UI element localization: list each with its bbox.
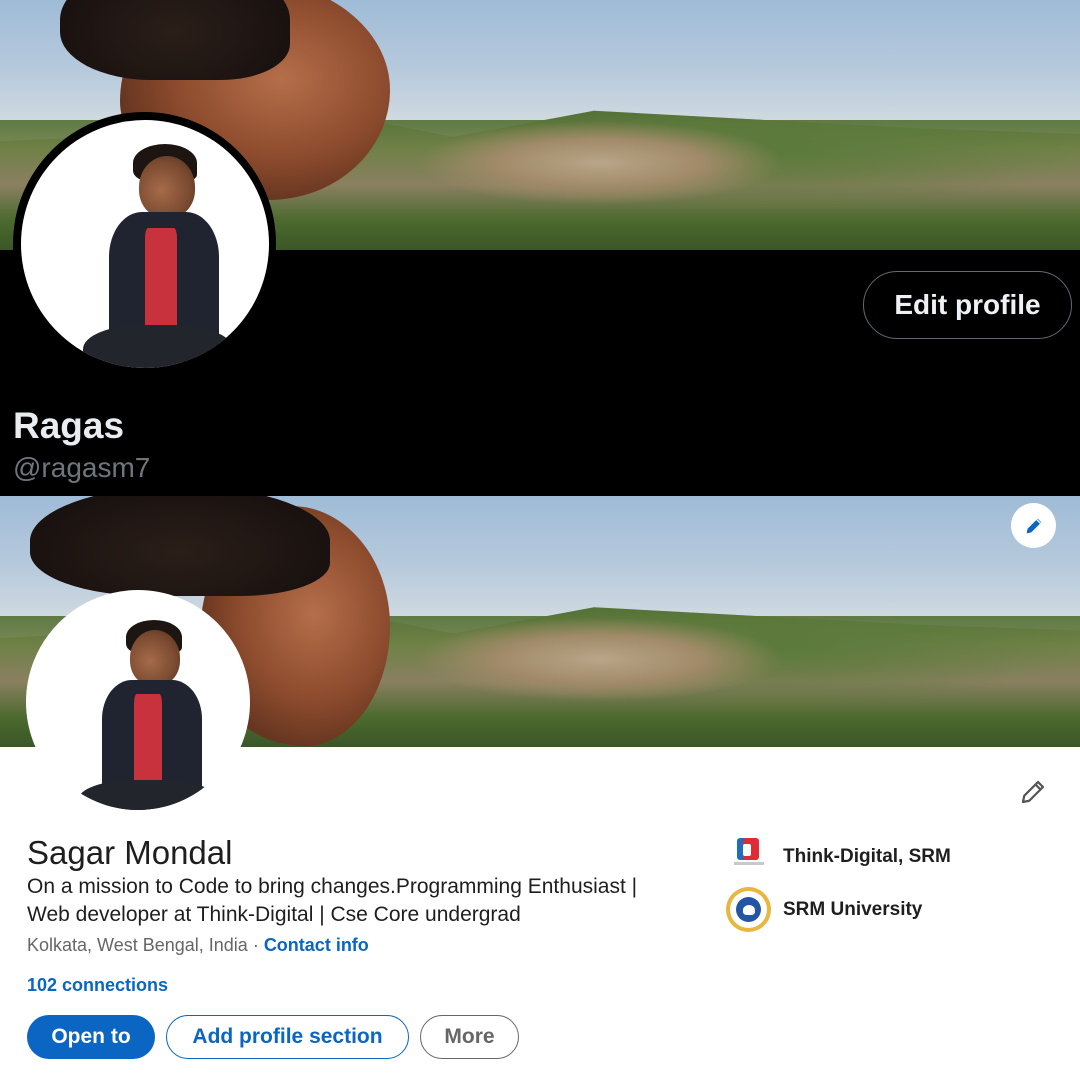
twitter-avatar[interactable]: [21, 120, 269, 368]
srm-seal-core: [736, 897, 761, 922]
location-row: Kolkata, West Bengal, India · Contact in…: [27, 935, 369, 956]
org-item-srm-university[interactable]: SRM University: [726, 887, 922, 932]
srm-university-logo: [726, 887, 771, 932]
srm-seal-inner: [730, 891, 767, 928]
edit-intro-button[interactable]: [1015, 774, 1051, 810]
avatar-shirt: [134, 694, 162, 784]
location-separator: ·: [247, 935, 264, 955]
avatar-legs: [78, 780, 218, 810]
pencil-icon: [1021, 780, 1045, 804]
avatar-head: [139, 156, 195, 218]
avatar-head: [130, 630, 180, 686]
more-button[interactable]: More: [420, 1015, 519, 1059]
headline-line-2: Web developer at Think-Digital | Cse Cor…: [27, 903, 521, 926]
org-name: SRM University: [783, 898, 923, 920]
logo-shape: [743, 844, 751, 856]
srm-seal-tree: [742, 904, 755, 915]
think-digital-logo-mark: [726, 834, 771, 879]
connections-link[interactable]: 102 connections: [27, 975, 168, 996]
think-digital-logo: [726, 834, 771, 879]
linkedin-avatar[interactable]: [26, 590, 250, 814]
logo-caption-bar: [734, 862, 764, 865]
banner-portrait-hair: [60, 0, 290, 80]
contact-info-link[interactable]: Contact info: [264, 935, 369, 955]
profile-name: Sagar Mondal: [27, 834, 233, 871]
profile-location: Kolkata, West Bengal, India: [27, 935, 248, 955]
open-to-button[interactable]: Open to: [27, 1015, 155, 1059]
twitter-handle: @ragasm7: [13, 452, 151, 483]
avatar-shirt: [145, 228, 177, 328]
headline-line-1: On a mission to Code to bring changes.Pr…: [27, 875, 638, 898]
twitter-display-name: Ragas: [13, 405, 125, 446]
edit-profile-button[interactable]: Edit profile: [863, 271, 1072, 339]
banner-portrait-hair: [30, 496, 330, 596]
srm-seal: [726, 887, 771, 932]
twitter-profile-header: Edit profile Ragas @ragasm7: [0, 0, 1080, 496]
profile-headline: On a mission to Code to bring changes.Pr…: [27, 873, 717, 929]
avatar-legs: [83, 325, 233, 368]
org-item-think-digital[interactable]: Think-Digital, SRM: [726, 834, 951, 879]
edit-cover-button[interactable]: [1011, 503, 1056, 548]
pencil-icon: [1026, 518, 1041, 533]
add-profile-section-button[interactable]: Add profile section: [166, 1015, 409, 1059]
org-name: Think-Digital, SRM: [783, 845, 951, 867]
